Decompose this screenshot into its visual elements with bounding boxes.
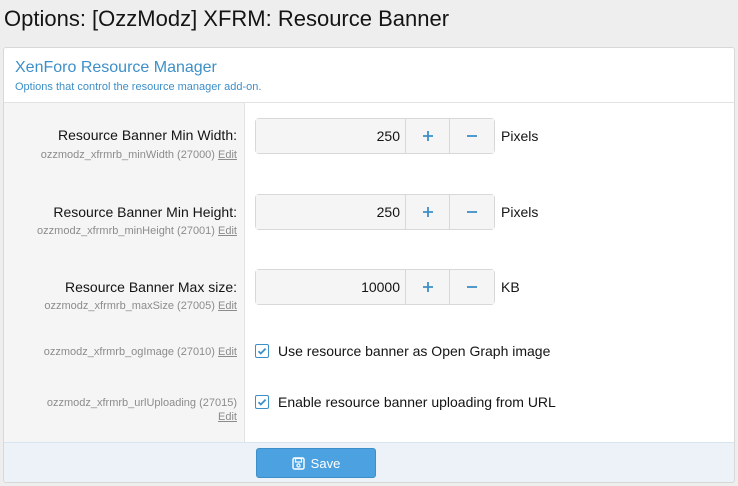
min-width-stepper: 250 — [255, 118, 495, 154]
min-width-decrement-button[interactable] — [450, 119, 494, 153]
max-size-unit: KB — [501, 279, 520, 295]
max-size-decrement-button[interactable] — [450, 270, 494, 304]
max-size-stepper: 10000 — [255, 269, 495, 305]
page-title: Options: [OzzModz] XFRM: Resource Banner — [4, 6, 450, 31]
og-image-checkbox-label: Use resource banner as Open Graph image — [278, 343, 551, 359]
check-icon — [257, 398, 267, 406]
save-icon — [291, 456, 305, 470]
min-height-input[interactable]: 250 — [256, 195, 406, 229]
min-height-edit-link[interactable]: Edit — [218, 225, 237, 237]
save-button[interactable]: Save — [256, 448, 376, 478]
max-size-edit-link[interactable]: Edit — [218, 300, 237, 312]
options-block: XenForo Resource Manager Options that co… — [3, 47, 735, 483]
minus-icon — [467, 286, 477, 288]
max-size-hint: ozzmodz_xfrmrb_maxSize (27005) Edit — [44, 300, 237, 312]
og-image-option-id: ozzmodz_xfrmrb_ogImage (27010) — [43, 346, 215, 358]
max-size-option-id: ozzmodz_xfrmrb_maxSize (27005) — [44, 300, 215, 312]
og-image-checkbox[interactable] — [255, 344, 269, 358]
plus-icon — [422, 131, 433, 141]
minus-icon — [467, 135, 477, 137]
min-width-unit: Pixels — [501, 128, 539, 144]
min-height-decrement-button[interactable] — [450, 195, 494, 229]
min-width-increment-button[interactable] — [406, 119, 450, 153]
plus-icon — [422, 207, 433, 217]
url-uploading-checkbox-label: Enable resource banner uploading from UR… — [278, 394, 556, 410]
og-image-edit-link[interactable]: Edit — [218, 346, 237, 358]
max-size-label: Resource Banner Max size: — [65, 279, 237, 295]
og-image-checkbox-row[interactable]: Use resource banner as Open Graph image — [255, 343, 550, 359]
url-uploading-option-id: ozzmodz_xfrmrb_urlUploading (27015) — [46, 397, 237, 409]
min-height-unit: Pixels — [501, 204, 539, 220]
min-width-input[interactable]: 250 — [256, 119, 406, 153]
min-height-stepper: 250 — [255, 194, 495, 230]
min-width-edit-link[interactable]: Edit — [218, 149, 237, 161]
url-uploading-checkbox[interactable] — [255, 395, 269, 409]
block-header: XenForo Resource Manager Options that co… — [4, 48, 734, 103]
max-size-input[interactable]: 10000 — [256, 270, 406, 304]
check-icon — [257, 347, 267, 355]
og-image-hint: ozzmodz_xfrmrb_ogImage (27010) Edit — [44, 346, 237, 358]
minus-icon — [467, 211, 477, 213]
min-height-increment-button[interactable] — [406, 195, 450, 229]
url-uploading-edit-link[interactable]: Edit — [47, 410, 237, 424]
block-title: XenForo Resource Manager — [15, 59, 217, 76]
min-width-option-id: ozzmodz_xfrmrb_minWidth (27000) — [40, 149, 215, 161]
url-uploading-hint: ozzmodz_xfrmrb_urlUploading (27015) Edit — [47, 396, 237, 424]
url-uploading-checkbox-row[interactable]: Enable resource banner uploading from UR… — [255, 394, 556, 410]
form-footer: Save — [4, 442, 734, 482]
plus-icon — [422, 282, 433, 292]
min-width-label: Resource Banner Min Width: — [58, 127, 237, 143]
min-width-hint: ozzmodz_xfrmrb_minWidth (27000) Edit — [41, 149, 237, 161]
min-height-label: Resource Banner Min Height: — [53, 204, 237, 220]
min-height-hint: ozzmodz_xfrmrb_minHeight (27001) Edit — [37, 225, 237, 237]
min-height-option-id: ozzmodz_xfrmrb_minHeight (27001) — [37, 225, 215, 237]
block-description: Options that control the resource manage… — [15, 81, 262, 93]
options-body: Resource Banner Min Width: ozzmodz_xfrmr… — [4, 103, 734, 442]
save-button-label: Save — [310, 455, 341, 471]
max-size-increment-button[interactable] — [406, 270, 450, 304]
